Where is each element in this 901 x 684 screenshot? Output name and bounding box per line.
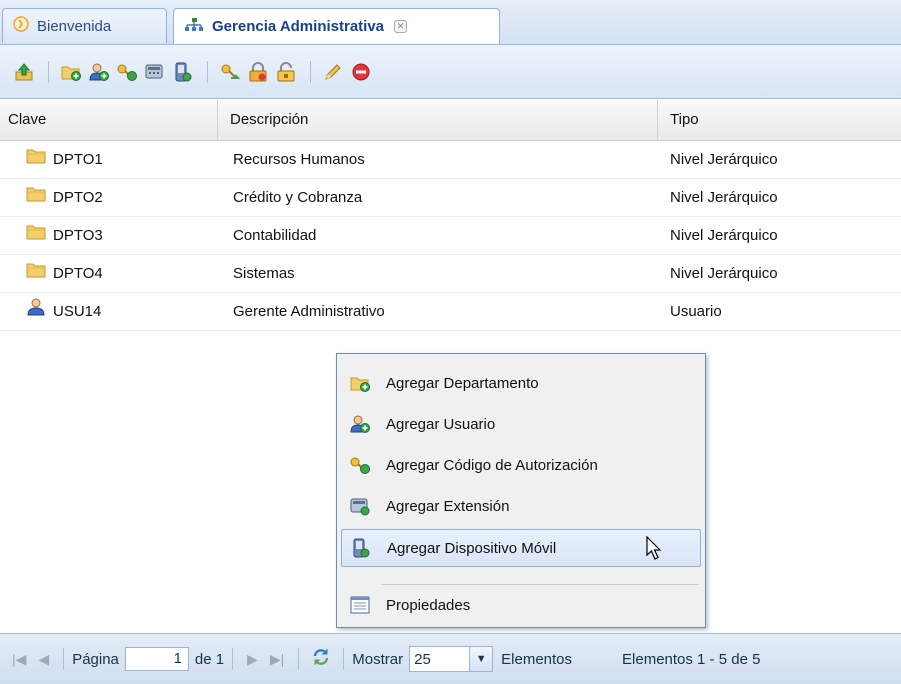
- row-tipo: Nivel Jerárquico: [670, 189, 778, 206]
- pager-separator: [63, 648, 65, 670]
- context-menu: Agregar Departamento Agregar Usuario Agr…: [336, 353, 706, 628]
- next-page-icon[interactable]: ▶: [247, 651, 258, 668]
- folder-icon: [26, 179, 46, 217]
- table-row[interactable]: DPTO3 Contabilidad Nivel Jerárquico: [0, 217, 901, 255]
- add-key-icon[interactable]: [115, 60, 139, 84]
- org-chart-icon: [184, 17, 204, 37]
- tab-label: Bienvenida: [37, 17, 112, 35]
- row-clave: USU14: [53, 303, 102, 320]
- row-descripcion: Recursos Humanos: [233, 151, 365, 168]
- pager-separator: [298, 648, 300, 670]
- move-key-icon[interactable]: [218, 60, 242, 84]
- unlock-icon[interactable]: [274, 60, 298, 84]
- welcome-icon: [13, 16, 29, 36]
- add-extension-icon: [349, 496, 371, 516]
- paging-toolbar: |◀ ◀ Página 1 de 1 ▶ ▶| Mostrar 25 ▼ Ele…: [0, 633, 901, 684]
- column-header-clave[interactable]: Clave: [0, 100, 218, 140]
- edit-pencil-icon[interactable]: [321, 60, 345, 84]
- row-tipo: Nivel Jerárquico: [670, 227, 778, 244]
- add-user-icon: [349, 414, 371, 434]
- tab-bar: Bienvenida Gerencia Administrativa ✕: [0, 0, 901, 45]
- page-size-select[interactable]: 25 ▼: [409, 646, 494, 672]
- row-clave: DPTO3: [53, 227, 103, 244]
- folder-icon: [26, 141, 46, 179]
- menu-item-label: Propiedades: [386, 596, 471, 614]
- menu-separator: [381, 584, 699, 585]
- page-size-value: 25: [414, 650, 431, 668]
- menu-item-label: Agregar Dispositivo Móvil: [387, 539, 557, 557]
- close-icon[interactable]: ✕: [394, 20, 408, 33]
- tab-gerencia-administrativa[interactable]: Gerencia Administrativa ✕: [173, 8, 500, 44]
- user-icon: [26, 293, 46, 331]
- tab-label: Gerencia Administrativa: [212, 18, 385, 35]
- row-descripcion: Gerente Administrativo: [233, 303, 385, 320]
- add-extension-icon[interactable]: [143, 60, 167, 84]
- menu-item-label: Agregar Código de Autorización: [386, 456, 598, 474]
- first-page-icon[interactable]: |◀: [12, 651, 26, 668]
- column-header-descripcion[interactable]: Descripción: [218, 100, 658, 140]
- table-row[interactable]: DPTO1 Recursos Humanos Nivel Jerárquico: [0, 141, 901, 179]
- row-descripcion: Sistemas: [233, 265, 295, 282]
- lock-icon[interactable]: [246, 60, 270, 84]
- grid-header: Clave Descripción Tipo: [0, 100, 901, 141]
- last-page-icon[interactable]: ▶|: [270, 651, 284, 668]
- add-folder-icon[interactable]: [59, 60, 83, 84]
- menu-item-label: Agregar Extensión: [386, 497, 510, 515]
- row-tipo: Nivel Jerárquico: [670, 265, 778, 282]
- page-label: Página: [72, 650, 119, 668]
- properties-icon: [349, 596, 371, 614]
- add-mobile-icon[interactable]: [171, 60, 195, 84]
- menu-item-label: Agregar Departamento: [386, 374, 539, 392]
- tab-bienvenida[interactable]: Bienvenida: [2, 8, 167, 43]
- folder-icon: [26, 217, 46, 255]
- add-user-icon[interactable]: [87, 60, 111, 84]
- delete-icon[interactable]: [349, 60, 373, 84]
- column-header-tipo[interactable]: Tipo: [658, 100, 901, 140]
- menu-item-agregar-departamento[interactable]: Agregar Departamento: [341, 364, 701, 402]
- menu-item-propiedades[interactable]: Propiedades: [341, 586, 701, 624]
- toolbar-separator: [310, 60, 311, 83]
- add-key-icon: [349, 455, 371, 475]
- cell-clave: DPTO2: [26, 179, 103, 217]
- add-mobile-icon: [350, 538, 372, 558]
- pager-separator: [343, 648, 345, 670]
- menu-item-agregar-usuario[interactable]: Agregar Usuario: [341, 405, 701, 443]
- cell-clave: DPTO1: [26, 141, 103, 179]
- row-descripcion: Contabilidad: [233, 227, 317, 244]
- cell-clave: DPTO3: [26, 217, 103, 255]
- page-count-label: de 1: [194, 650, 225, 668]
- menu-item-agregar-extension[interactable]: Agregar Extensión: [341, 487, 701, 525]
- items-summary: Elementos 1 - 5 de 5: [622, 650, 761, 668]
- table-row[interactable]: DPTO2 Crédito y Cobranza Nivel Jerárquic…: [0, 179, 901, 217]
- cell-clave: USU14: [26, 293, 101, 331]
- folder-icon: [26, 255, 46, 293]
- pager-separator: [232, 648, 234, 670]
- table-row[interactable]: USU14 Gerente Administrativo Usuario: [0, 293, 901, 331]
- toolbar: [0, 45, 901, 99]
- add-folder-icon: [349, 373, 371, 393]
- show-label: Mostrar: [352, 650, 404, 668]
- row-clave: DPTO4: [53, 265, 103, 282]
- upload-icon[interactable]: [12, 60, 36, 84]
- prev-page-icon[interactable]: ◀: [38, 651, 49, 668]
- page-number-input[interactable]: 1: [124, 647, 189, 671]
- row-clave: DPTO2: [53, 189, 103, 206]
- row-tipo: Nivel Jerárquico: [670, 151, 778, 168]
- table-row[interactable]: DPTO4 Sistemas Nivel Jerárquico: [0, 255, 901, 293]
- chevron-down-icon[interactable]: ▼: [469, 647, 493, 671]
- menu-item-agregar-codigo-autorizacion[interactable]: Agregar Código de Autorización: [341, 446, 701, 484]
- refresh-icon[interactable]: [311, 647, 331, 671]
- cell-clave: DPTO4: [26, 255, 103, 293]
- mouse-cursor-icon: [646, 535, 664, 566]
- row-clave: DPTO1: [53, 151, 103, 168]
- items-label: Elementos: [501, 650, 573, 668]
- menu-item-label: Agregar Usuario: [386, 415, 496, 433]
- row-tipo: Usuario: [670, 303, 722, 320]
- row-descripcion: Crédito y Cobranza: [233, 189, 363, 206]
- toolbar-separator: [48, 60, 49, 83]
- toolbar-separator: [207, 60, 208, 83]
